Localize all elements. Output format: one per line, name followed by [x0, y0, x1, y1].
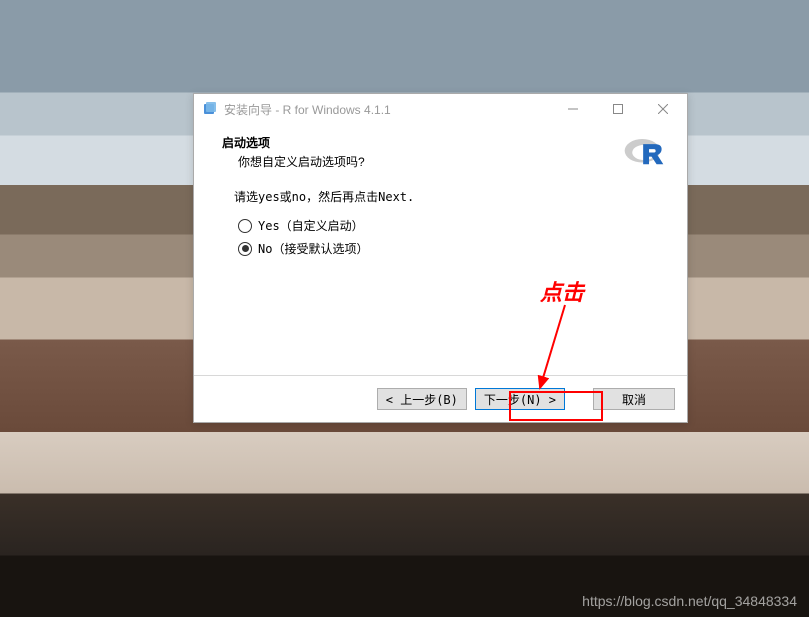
installer-dialog: 安装向导 - R for Windows 4.1.1 启动选项 你想自定义启动选…: [193, 93, 688, 423]
titlebar-text: 安装向导 - R for Windows 4.1.1: [224, 101, 550, 118]
radio-option-no[interactable]: No（接受默认选项）: [238, 240, 667, 257]
watermark-text: https://blog.csdn.net/qq_34848334: [582, 593, 797, 609]
close-button[interactable]: [640, 95, 685, 123]
button-bar: < 上一步(B) 下一步(N) > 取消: [194, 376, 687, 422]
page-subtitle: 你想自定义启动选项吗?: [238, 153, 623, 170]
annotation-label: 点击: [540, 275, 584, 307]
radio-group: Yes（自定义启动） No（接受默认选项）: [238, 217, 667, 257]
maximize-button[interactable]: [595, 95, 640, 123]
radio-icon-checked: [238, 242, 252, 256]
minimize-button[interactable]: [550, 95, 595, 123]
back-button[interactable]: < 上一步(B): [377, 388, 467, 410]
dialog-content: 启动选项 你想自定义启动选项吗? 请选yes或no，然后再点击Next. Yes…: [194, 124, 687, 376]
radio-label: Yes（自定义启动）: [258, 217, 364, 234]
radio-icon: [238, 219, 252, 233]
titlebar: 安装向导 - R for Windows 4.1.1: [194, 94, 687, 124]
window-controls: [550, 95, 685, 123]
installer-icon: [202, 101, 218, 117]
cancel-button[interactable]: 取消: [593, 388, 675, 410]
radio-label: No（接受默认选项）: [258, 240, 368, 257]
separator-line: [194, 375, 687, 376]
page-title: 启动选项: [222, 134, 623, 151]
instruction-text: 请选yes或no，然后再点击Next.: [234, 188, 667, 205]
next-button[interactable]: 下一步(N) >: [475, 388, 565, 410]
radio-option-yes[interactable]: Yes（自定义启动）: [238, 217, 667, 234]
r-logo-icon: [623, 134, 665, 166]
